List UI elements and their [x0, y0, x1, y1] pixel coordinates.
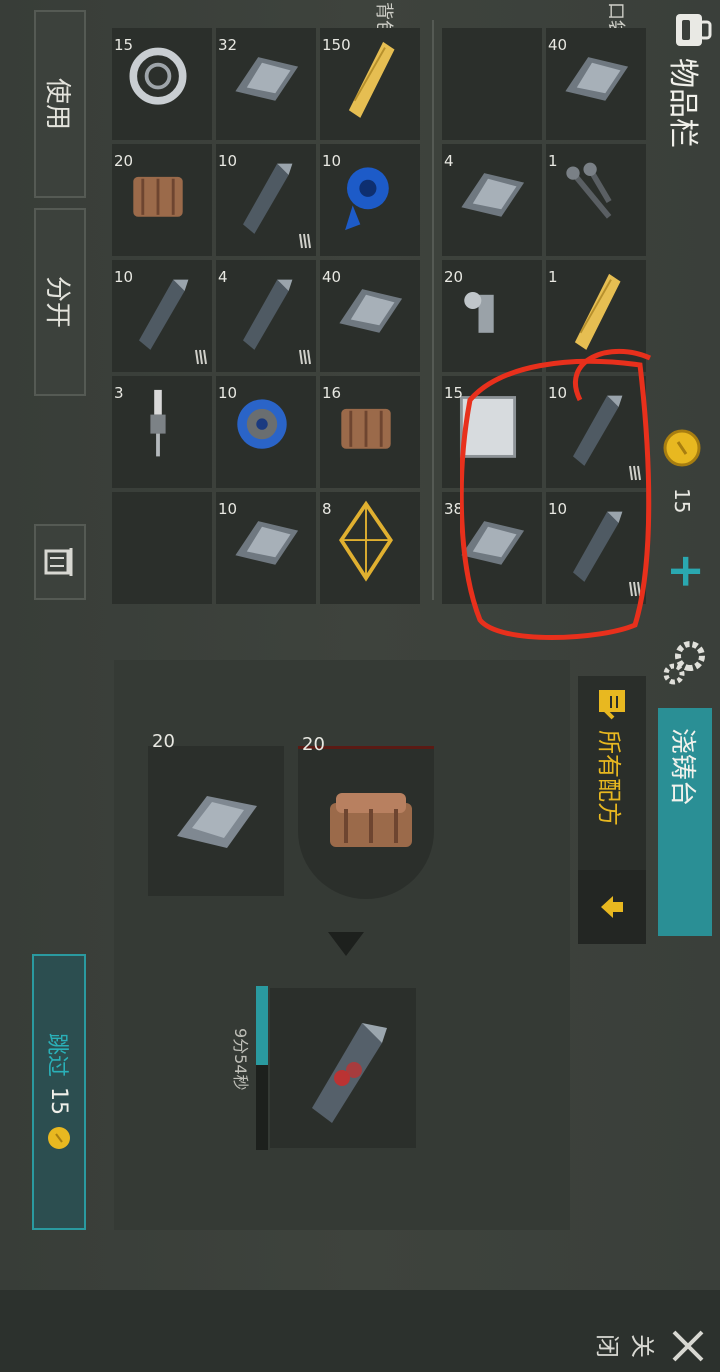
inventory-slot[interactable]: 10 — [216, 376, 316, 488]
recipe-note-icon — [599, 690, 625, 720]
inventory-slot[interactable]: 10 — [216, 492, 316, 604]
craft-progress-bar — [256, 986, 268, 1150]
add-coins-button[interactable]: + — [660, 552, 714, 591]
item-count: 40 — [548, 36, 568, 54]
recipe-dropdown-button[interactable] — [578, 870, 646, 944]
inventory-slot[interactable]: 4 — [442, 144, 542, 256]
all-recipes-button[interactable]: 所有配方 — [578, 676, 646, 876]
crystal-icon — [339, 500, 393, 582]
inventory-slot[interactable] — [442, 28, 542, 140]
item-count: 16 — [322, 384, 342, 402]
inventory-slot[interactable]: 10 — [216, 144, 316, 256]
iron-ingot-icon — [177, 796, 257, 848]
inventory-slot[interactable] — [112, 492, 212, 604]
item-count: 10 — [218, 500, 238, 518]
item-count: 4 — [444, 152, 454, 170]
spark-plug-icon — [150, 389, 166, 457]
inventory-slot[interactable]: 10 — [112, 260, 212, 372]
coin-count: 15 — [670, 488, 694, 514]
item-count: 10 — [218, 152, 238, 170]
ingredient-count: 20 — [152, 731, 175, 752]
ingredient-slot[interactable]: 20 — [148, 731, 284, 896]
item-count: 4 — [218, 268, 228, 286]
backpack-grid: 150 10 40 16 8 32 10 4 10 10 15 20 10 3 — [100, 28, 420, 608]
inventory-slot[interactable]: 150 — [320, 28, 420, 140]
stack-icon — [298, 348, 312, 366]
skip-cost: 15 — [46, 1087, 72, 1115]
all-recipes-label: 所有配方 — [595, 730, 624, 826]
item-count: 20 — [114, 152, 134, 170]
inventory-slot[interactable]: 40 — [320, 260, 420, 372]
station-tab[interactable]: 浇铸台 — [658, 708, 712, 936]
highlight-circle — [460, 348, 652, 640]
split-button[interactable]: 分开 — [34, 208, 86, 396]
inventory-slot[interactable]: 8 — [320, 492, 420, 604]
stack-icon — [298, 232, 312, 250]
item-count: 150 — [322, 36, 351, 54]
iron-ingot-icon — [461, 173, 525, 217]
item-count: 10 — [218, 384, 238, 402]
craft-timer: 9分54秒 — [231, 1028, 250, 1091]
inventory-slot[interactable]: 4 — [216, 260, 316, 372]
iron-bar-icon — [243, 279, 293, 350]
settings-gear-icon[interactable] — [654, 636, 710, 688]
item-count: 32 — [218, 36, 238, 54]
trash-button[interactable] — [34, 524, 86, 600]
screen: 物品栏 口袋 背包 40 1 1 10 10 4 20 15 38 15 + 150 10 40 16… — [0, 0, 720, 1372]
close-icon[interactable] — [666, 1328, 706, 1364]
iron-bar-icon — [312, 1023, 387, 1123]
skip-label: 跳过 — [44, 1032, 69, 1077]
craft-progress-fill — [256, 986, 268, 1065]
section-divider — [432, 20, 434, 600]
inventory-slot[interactable]: 16 — [320, 376, 420, 488]
item-count: 20 — [444, 268, 464, 286]
clay-brick-icon — [330, 793, 412, 847]
item-count: 40 — [322, 268, 342, 286]
skip-button[interactable]: 跳过 15 — [32, 954, 86, 1230]
screws-icon — [566, 162, 612, 219]
inventory-slot[interactable]: 10 — [320, 144, 420, 256]
coin-icon — [658, 428, 702, 468]
stack-icon — [194, 348, 208, 366]
trash-icon — [44, 548, 73, 576]
inventory-slot[interactable]: 15 — [112, 28, 212, 140]
close-button[interactable]: 关闭 — [592, 1334, 662, 1372]
item-count: 10 — [114, 268, 134, 286]
inventory-slot[interactable]: 3 — [112, 376, 212, 488]
item-count: 1 — [548, 268, 558, 286]
item-count: 10 — [322, 152, 342, 170]
inventory-slot[interactable]: 1 — [546, 144, 646, 256]
backpack-icon — [672, 8, 712, 52]
inventory-screen: 物品栏 口袋 背包 40 1 1 10 10 4 20 15 38 15 + 150 10 40 16… — [0, 0, 720, 1372]
use-button[interactable]: 使用 — [34, 10, 86, 198]
coin-icon — [48, 1127, 70, 1149]
crafting-panel: 20 20 9分54秒 — [114, 660, 570, 1230]
inventory-slot[interactable]: 20 — [112, 144, 212, 256]
item-count: 3 — [114, 384, 124, 402]
item-count: 15 — [114, 36, 134, 54]
ingredient-count: 20 — [302, 734, 325, 755]
result-slot[interactable] — [270, 988, 416, 1148]
ingredient-slot[interactable]: 20 — [298, 734, 434, 899]
item-count: 8 — [322, 500, 332, 518]
craft-arrow-icon — [328, 932, 364, 956]
arrow-down-icon — [601, 896, 623, 918]
inventory-slot[interactable]: 40 — [546, 28, 646, 140]
station-tab-label: 浇铸台 — [667, 728, 698, 807]
inventory-slot[interactable]: 32 — [216, 28, 316, 140]
item-count: 1 — [548, 152, 558, 170]
inventory-title: 物品栏 — [665, 58, 700, 148]
